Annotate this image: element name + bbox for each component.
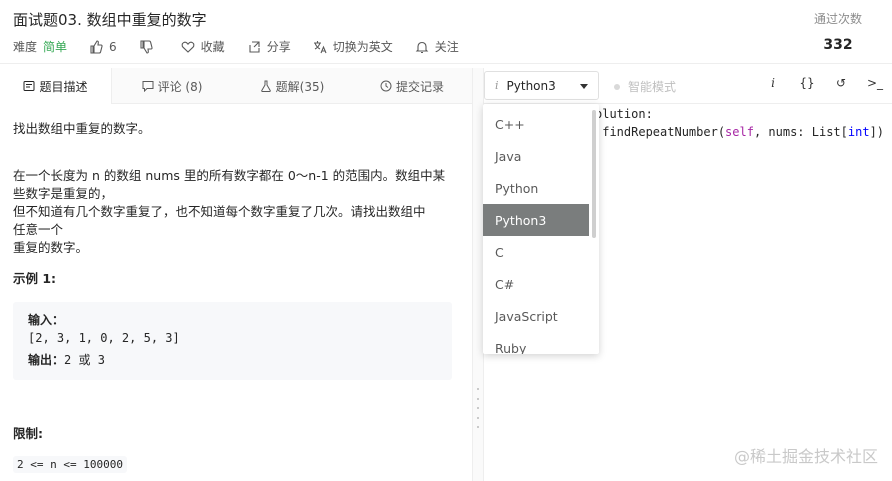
follow-button[interactable]: 关注 <box>415 38 459 55</box>
language-option[interactable]: C <box>483 236 599 268</box>
language-option[interactable]: Ruby <box>483 332 599 355</box>
format-braces-button[interactable]: {} <box>790 76 824 90</box>
share-button[interactable]: 分享 <box>247 38 291 55</box>
problem-para1-line2: 些数字是重复的， <box>13 186 114 201</box>
grip-dot <box>477 416 479 419</box>
smart-mode-label: 智能模式 <box>628 80 677 94</box>
problem-para2-line1: 但不知道有几个数字重复了，也不知道每个数字重复了几次。请找出数组中 <box>13 204 426 219</box>
tab-submissions[interactable]: 提交记录 <box>352 68 472 104</box>
document-icon <box>23 80 35 92</box>
bell-icon <box>415 40 429 54</box>
translate-icon <box>313 40 327 54</box>
problem-para1-line1: 在一个长度为 n 的数组 nums 里的所有数字都在 0～n-1 的范围内。数组… <box>13 168 446 183</box>
watermark: @稀土掘金技术社区 <box>733 447 878 466</box>
problem-header: 面试题03. 数组中重复的数字 难度 简单 6 收藏 分享 切换为英文 关注 通… <box>0 0 892 64</box>
pass-stats: 通过次数 332 <box>808 10 868 53</box>
tab-submissions-label: 提交记录 <box>395 79 444 94</box>
example-output: 输出：2 或 3 <box>28 351 105 368</box>
limits-title: 限制: <box>13 426 43 441</box>
tab-solutions-label: 题解(35) <box>275 79 325 94</box>
difficulty-label: 难度 <box>13 40 38 54</box>
problem-meta-bar: 难度 简单 6 收藏 分享 切换为英文 关注 <box>13 38 481 55</box>
problem-para2-line3: 重复的数字。 <box>13 240 89 255</box>
flask-icon <box>260 80 272 92</box>
limit-code: 2 <= n <= 100000 <box>13 456 127 473</box>
smart-mode-dot-icon <box>614 83 620 90</box>
page-title: 面试题03. 数组中重复的数字 <box>13 11 207 29</box>
language-select[interactable]: i Python3 <box>484 71 599 100</box>
editor-actions: i {} ↺ >_ <box>756 76 892 90</box>
code-keyword-self: self <box>725 125 754 139</box>
language-option[interactable]: JavaScript <box>483 300 599 332</box>
tab-solutions[interactable]: 题解(35) <box>232 68 352 104</box>
switch-language-button[interactable]: 切换为英文 <box>313 38 393 55</box>
language-option-selected[interactable]: Python3 <box>483 204 589 236</box>
resize-handle[interactable] <box>476 388 480 428</box>
code-line-2-b: , nums: List[ <box>753 125 848 139</box>
favorite-label: 收藏 <box>200 40 225 54</box>
language-option[interactable]: Python <box>483 172 599 204</box>
language-option[interactable]: C# <box>483 268 599 300</box>
code-keyword-int: int <box>847 125 870 139</box>
heart-icon <box>181 40 195 54</box>
language-dropdown: C++ Java Python Python3 C C# JavaScript … <box>483 104 599 354</box>
example-input-value: [2, 3, 1, 0, 2, 5, 3] <box>28 331 180 345</box>
dislike-button[interactable] <box>139 39 159 54</box>
thumbs-up-icon <box>89 39 103 54</box>
switch-language-label: 切换为英文 <box>332 40 393 54</box>
like-count: 6 <box>109 39 117 54</box>
clock-icon <box>380 80 392 92</box>
code-line-2-c: ]) - <box>869 125 892 139</box>
grip-dot <box>477 388 479 390</box>
example-block: 输入： [2, 3, 1, 0, 2, 5, 3] 输出：2 或 3 <box>13 302 452 380</box>
tab-description-label: 题目描述 <box>39 79 88 94</box>
pass-count-value: 332 <box>823 37 853 53</box>
language-select-value: Python3 <box>506 78 556 93</box>
console-button[interactable]: >_ <box>858 76 892 90</box>
follow-label: 关注 <box>434 40 459 54</box>
tab-comments-label: 评论 (8) <box>157 79 203 94</box>
example-output-label: 输出： <box>28 353 65 367</box>
share-icon <box>247 40 261 54</box>
grip-dot <box>477 407 479 409</box>
example-output-value: 2 或 3 <box>64 353 105 367</box>
code-line-2-a: findRepeatNumber( <box>595 125 726 139</box>
smart-mode-toggle[interactable]: 智能模式 <box>614 78 676 95</box>
grip-dot <box>477 426 479 428</box>
caret-down-icon <box>580 84 588 89</box>
code-line-2: findRepeatNumber(self, nums: List[int]) … <box>595 125 892 139</box>
reset-button[interactable]: ↺ <box>824 76 858 90</box>
code-line-1: olution: <box>595 107 653 121</box>
example-title: 示例 1: <box>13 271 57 286</box>
language-option[interactable]: C++ <box>483 108 599 140</box>
problem-heading: 找出数组中重复的数字。 <box>13 121 151 136</box>
dropdown-scrollbar[interactable] <box>592 110 596 238</box>
share-label: 分享 <box>266 40 291 54</box>
info-button[interactable]: i <box>756 76 790 90</box>
problem-para2-line2: 任意一个 <box>13 222 64 237</box>
problem-tabs: 题目描述 评论 (8) 题解(35) 提交记录 <box>0 68 472 104</box>
difficulty-badge: 简单 <box>43 40 68 54</box>
tab-comments[interactable]: 评论 (8) <box>112 68 232 104</box>
editor-toolbar: i Python3 智能模式 i {} ↺ >_ <box>484 68 892 104</box>
info-icon: i <box>495 79 499 92</box>
grip-dot <box>477 397 479 400</box>
example-input-label: 输入： <box>28 313 65 327</box>
pass-count-label: 通过次数 <box>813 12 862 26</box>
comment-icon <box>142 80 154 92</box>
favorite-button[interactable]: 收藏 <box>181 38 225 55</box>
problem-description: 找出数组中重复的数字。 在一个长度为 n 的数组 nums 里的所有数字都在 0… <box>0 104 472 481</box>
like-button[interactable]: 6 <box>89 40 117 54</box>
language-option[interactable]: Java <box>483 140 599 172</box>
tab-description[interactable]: 题目描述 <box>0 68 112 104</box>
thumbs-down-icon <box>139 39 153 54</box>
